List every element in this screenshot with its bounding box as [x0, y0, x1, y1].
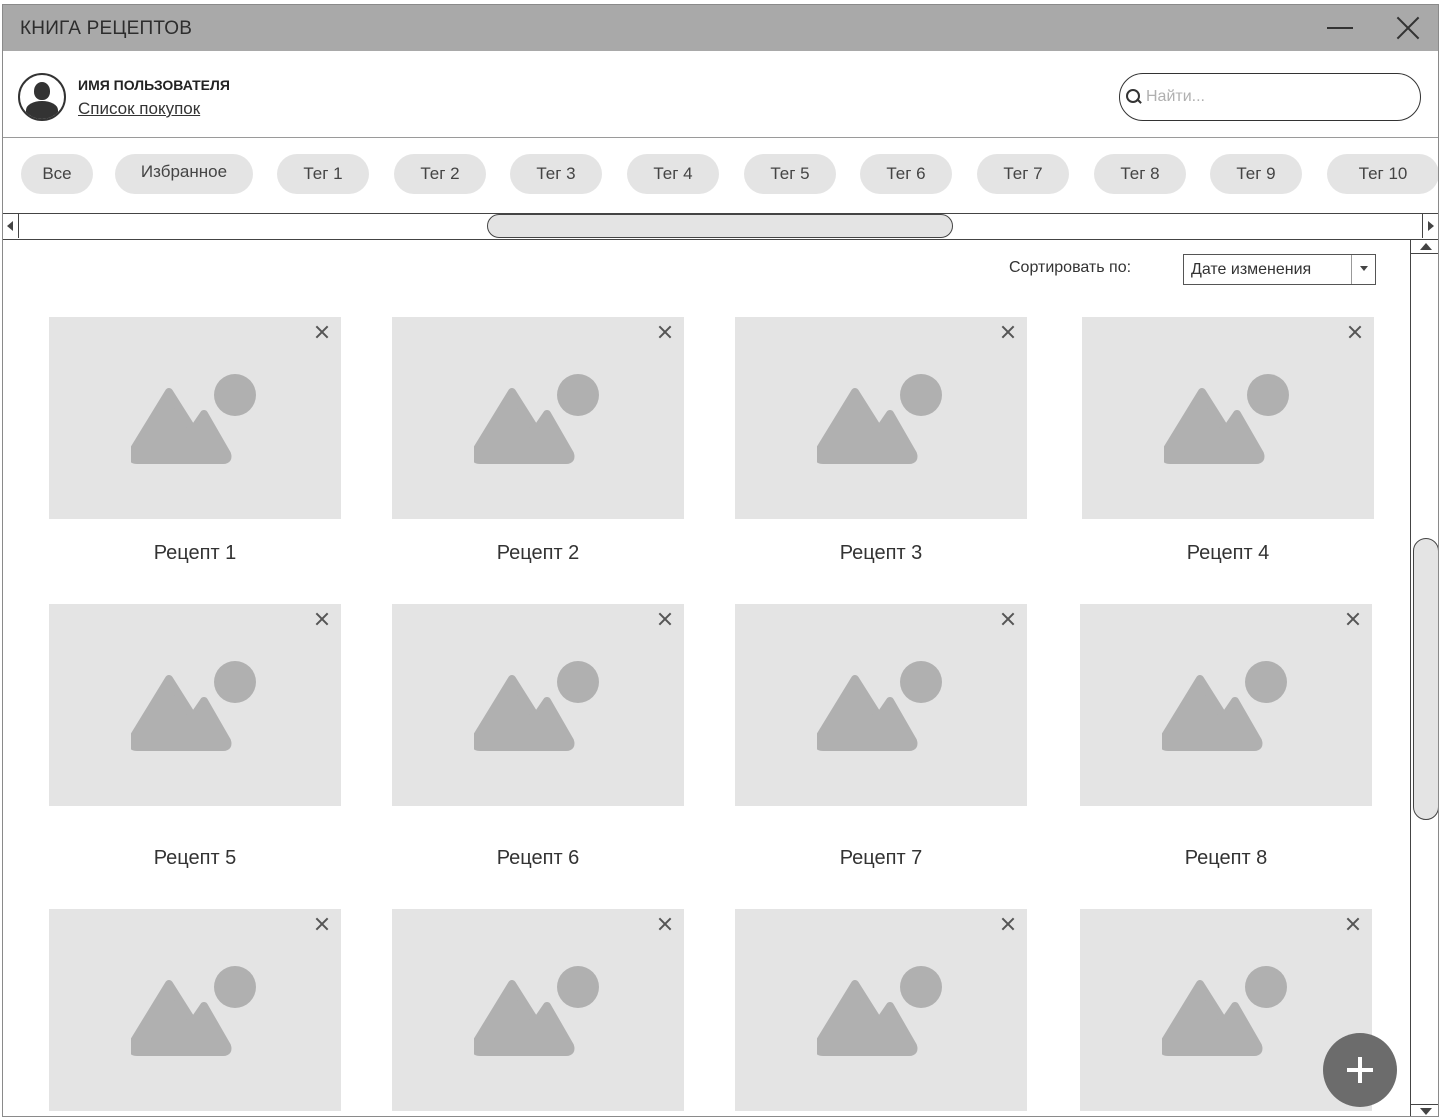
close-icon[interactable] — [656, 323, 674, 341]
image-placeholder-icon — [817, 374, 942, 464]
recipe-card-9[interactable] — [49, 909, 341, 1111]
close-icon[interactable] — [313, 610, 331, 628]
scroll-right-icon[interactable] — [1422, 214, 1438, 238]
close-icon[interactable] — [1344, 610, 1362, 628]
add-recipe-button[interactable] — [1323, 1033, 1397, 1107]
recipe-card-4[interactable] — [1082, 317, 1374, 519]
tag-favorites[interactable]: Избранное — [115, 154, 253, 194]
recipe-card-7[interactable] — [735, 604, 1027, 806]
close-icon[interactable] — [999, 915, 1017, 933]
sort-dropdown[interactable]: Дате изменения — [1183, 254, 1376, 285]
recipe-label-4: Рецепт 4 — [1186, 542, 1270, 564]
minimize-icon[interactable] — [1325, 11, 1359, 45]
shopping-list-link[interactable]: Список покупок — [78, 99, 200, 119]
tag-all[interactable]: Все — [21, 154, 93, 194]
image-placeholder-icon — [1164, 374, 1289, 464]
scroll-left-icon[interactable] — [3, 214, 19, 238]
tag-8[interactable]: Тег 8 — [1094, 154, 1186, 194]
recipe-card-3[interactable] — [735, 317, 1027, 519]
recipe-label-8: Рецепт 8 — [1184, 847, 1268, 869]
search-box[interactable] — [1119, 73, 1421, 121]
recipe-label-3: Рецепт 3 — [839, 542, 923, 564]
tag-2[interactable]: Тег 2 — [394, 154, 486, 194]
close-icon[interactable] — [656, 915, 674, 933]
image-placeholder-icon — [474, 661, 599, 751]
user-icon[interactable] — [18, 73, 66, 121]
tag-scrollbar[interactable] — [3, 213, 1438, 240]
recipe-card-5[interactable] — [49, 604, 341, 806]
content-scrollbar[interactable] — [1410, 240, 1438, 1116]
close-icon[interactable] — [656, 610, 674, 628]
close-icon[interactable] — [999, 610, 1017, 628]
recipe-label-2: Рецепт 2 — [496, 542, 580, 564]
search-input[interactable] — [1146, 86, 1406, 108]
close-icon[interactable] — [999, 323, 1017, 341]
recipe-label-6: Рецепт 6 — [496, 847, 580, 869]
tag-10[interactable]: Тег 10 — [1327, 154, 1438, 194]
scroll-down-icon[interactable] — [1411, 1104, 1438, 1116]
image-placeholder-icon — [474, 374, 599, 464]
username: ИМЯ ПОЛЬЗОВАТЕЛЯ — [78, 77, 230, 93]
image-placeholder-icon — [131, 661, 256, 751]
image-placeholder-icon — [474, 966, 599, 1056]
tag-1[interactable]: Тег 1 — [277, 154, 369, 194]
tag-4[interactable]: Тег 4 — [627, 154, 719, 194]
tag-3[interactable]: Тег 3 — [510, 154, 602, 194]
close-icon[interactable] — [313, 323, 331, 341]
recipe-label-5: Рецепт 5 — [153, 847, 237, 869]
tag-scrollbar-thumb[interactable] — [487, 214, 953, 238]
recipe-label-1: Рецепт 1 — [153, 542, 237, 564]
recipe-card-11[interactable] — [735, 909, 1027, 1111]
recipe-card-1[interactable] — [49, 317, 341, 519]
tag-6[interactable]: Тег 6 — [860, 154, 952, 194]
image-placeholder-icon — [131, 374, 256, 464]
tag-7[interactable]: Тег 7 — [977, 154, 1069, 194]
title-bar: КНИГА РЕЦЕПТОВ — [3, 5, 1438, 51]
image-placeholder-icon — [1162, 661, 1287, 751]
recipe-card-10[interactable] — [392, 909, 684, 1111]
image-placeholder-icon — [817, 966, 942, 1056]
scroll-up-icon[interactable] — [1411, 240, 1438, 254]
close-icon[interactable] — [1346, 323, 1364, 341]
close-icon[interactable] — [313, 915, 331, 933]
tag-bar: Все Избранное Тег 1 Тег 2 Тег 3 Тег 4 Те… — [3, 138, 1438, 213]
recipe-card-8[interactable] — [1080, 604, 1372, 806]
image-placeholder-icon — [817, 661, 942, 751]
close-window-icon[interactable] — [1391, 11, 1425, 45]
recipe-card-6[interactable] — [392, 604, 684, 806]
header: ИМЯ ПОЛЬЗОВАТЕЛЯ Список покупок — [3, 51, 1438, 138]
tag-9[interactable]: Тег 9 — [1210, 154, 1302, 194]
recipe-card-2[interactable] — [392, 317, 684, 519]
content-scrollbar-thumb[interactable] — [1413, 538, 1438, 820]
close-icon[interactable] — [1344, 915, 1362, 933]
window-title: КНИГА РЕЦЕПТОВ — [20, 18, 193, 39]
sort-label: Сортировать по: — [1009, 259, 1132, 276]
tag-5[interactable]: Тег 5 — [744, 154, 836, 194]
recipe-book-window: КНИГА РЕЦЕПТОВ ИМЯ ПОЛЬЗОВАТЕЛЯ Список п… — [2, 4, 1439, 1117]
recipe-label-7: Рецепт 7 — [839, 847, 923, 869]
sort-selected-value: Дате изменения — [1191, 261, 1312, 278]
image-placeholder-icon — [1162, 966, 1287, 1056]
search-icon — [1126, 89, 1142, 105]
chevron-down-icon[interactable] — [1351, 255, 1375, 284]
image-placeholder-icon — [131, 966, 256, 1056]
